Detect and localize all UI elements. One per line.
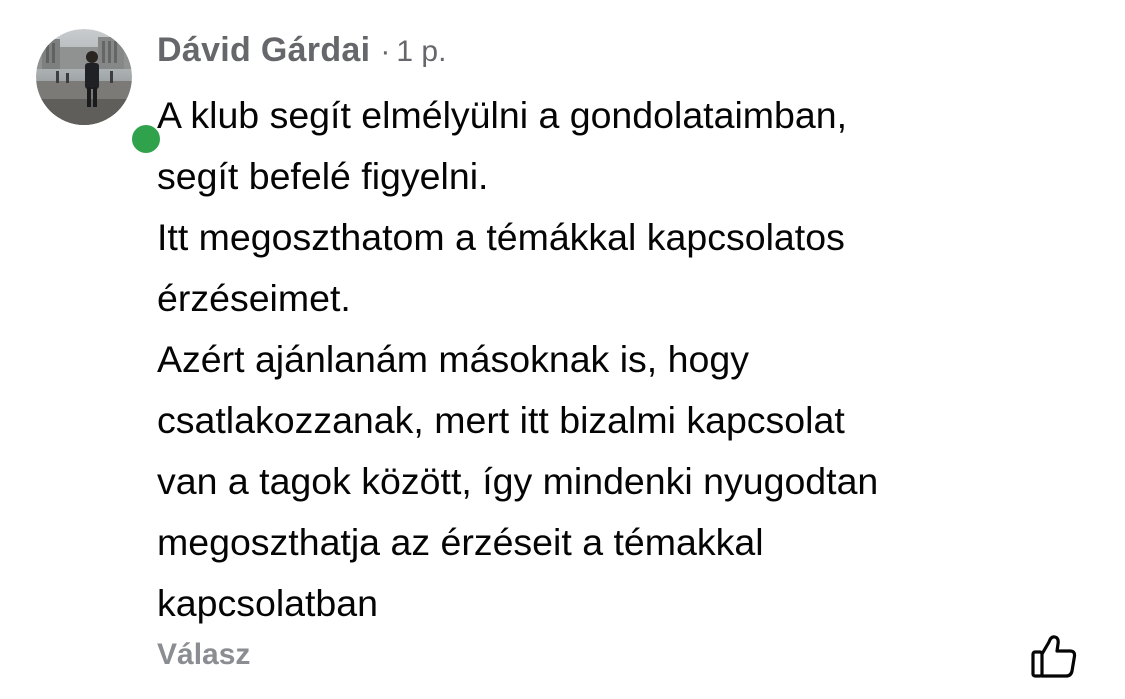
thumbs-up-icon [1031, 635, 1077, 678]
comment-header: Dávid Gárdai · 1 p. [157, 31, 446, 75]
comment-text-line: kapcsolatban [157, 582, 378, 624]
comment-text: A klub segít elmélyülni a gondolataimban… [157, 85, 1087, 634]
comment-text-line: Itt megoszthatom a témákkal kapcsolatos [157, 216, 845, 258]
meta-separator: · [380, 35, 391, 68]
comment-text-line: Azért ajánlanám másoknak is, hogy [157, 338, 749, 380]
comment-timestamp[interactable]: 1 p. [396, 35, 446, 69]
comment-text-line: van a tagok között, így mindenki nyugodt… [157, 460, 879, 502]
like-button[interactable] [1030, 632, 1078, 680]
comment-text-line: A klub segít elmélyülni a gondolataimban… [157, 94, 848, 136]
comment: Dávid Gárdai · 1 p. A klub segít elmélyü… [0, 0, 1125, 699]
comment-text-line: segít befelé figyelni. [157, 155, 489, 197]
avatar[interactable] [36, 29, 165, 158]
author-name[interactable]: Dávid Gárdai [157, 31, 370, 70]
comment-text-line: megoszthatja az érzéseit a témakkal [157, 521, 764, 563]
comment-text-line: csatlakozzanak, mert itt bizalmi kapcsol… [157, 399, 845, 441]
avatar-photo [36, 29, 132, 125]
reply-button[interactable]: Válasz [157, 638, 250, 672]
comment-text-line: érzéseimet. [157, 277, 351, 319]
